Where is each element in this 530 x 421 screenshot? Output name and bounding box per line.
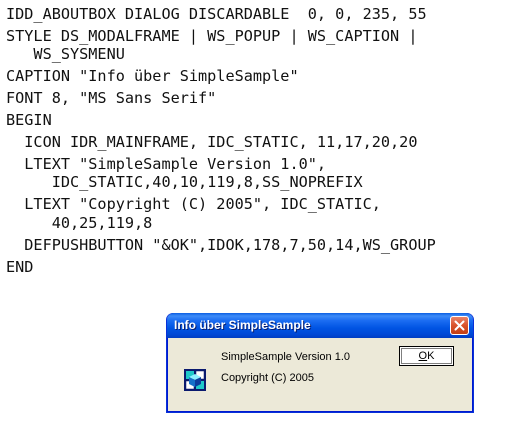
code-line: FONT 8, "MS Sans Serif" [6,89,217,108]
ok-button[interactable]: OK [399,346,454,366]
code-line: ICON IDR_MAINFRAME, IDC_STATIC, 11,17,20… [6,132,418,151]
copyright-label: Copyright (C) 2005 [221,372,314,384]
code-line: STYLE DS_MODALFRAME | WS_POPUP | WS_CAPT… [6,26,418,45]
ok-button-mnemonic: O [418,350,428,362]
resource-script-code: IDD_ABOUTBOX DIALOG DISCARDABLE 0, 0, 23… [6,4,436,278]
code-line: 40,25,119,8 [6,213,153,232]
version-label: SimpleSample Version 1.0 [221,351,351,363]
code-line: IDD_ABOUTBOX DIALOG DISCARDABLE 0, 0, 23… [6,5,427,23]
close-button[interactable] [450,316,469,335]
code-line: IDC_STATIC,40,10,119,8,SS_NOPREFIX [6,173,363,192]
code-line: LTEXT "SimpleSample Version 1.0", [6,154,327,173]
dialog-title: Info über SimpleSample [174,318,311,332]
code-line: DEFPUSHBUTTON "&OK",IDOK,178,7,50,14,WS_… [6,235,436,254]
code-line: CAPTION "Info über SimpleSample" [6,67,299,86]
code-line: BEGIN [6,111,52,130]
app-icon [184,369,206,391]
about-dialog: Info über SimpleSample SimpleSample Vers… [166,313,474,413]
dialog-titlebar[interactable]: Info über SimpleSample [167,313,473,338]
code-line: LTEXT "Copyright (C) 2005", IDC_STATIC, [6,195,381,214]
dialog-client-area: SimpleSample Version 1.0 Copyright (C) 2… [170,338,470,409]
close-icon [454,320,465,331]
code-line: WS_SYSMENU [6,45,125,64]
code-line: END [6,257,34,276]
ok-button-label: K [427,350,435,362]
